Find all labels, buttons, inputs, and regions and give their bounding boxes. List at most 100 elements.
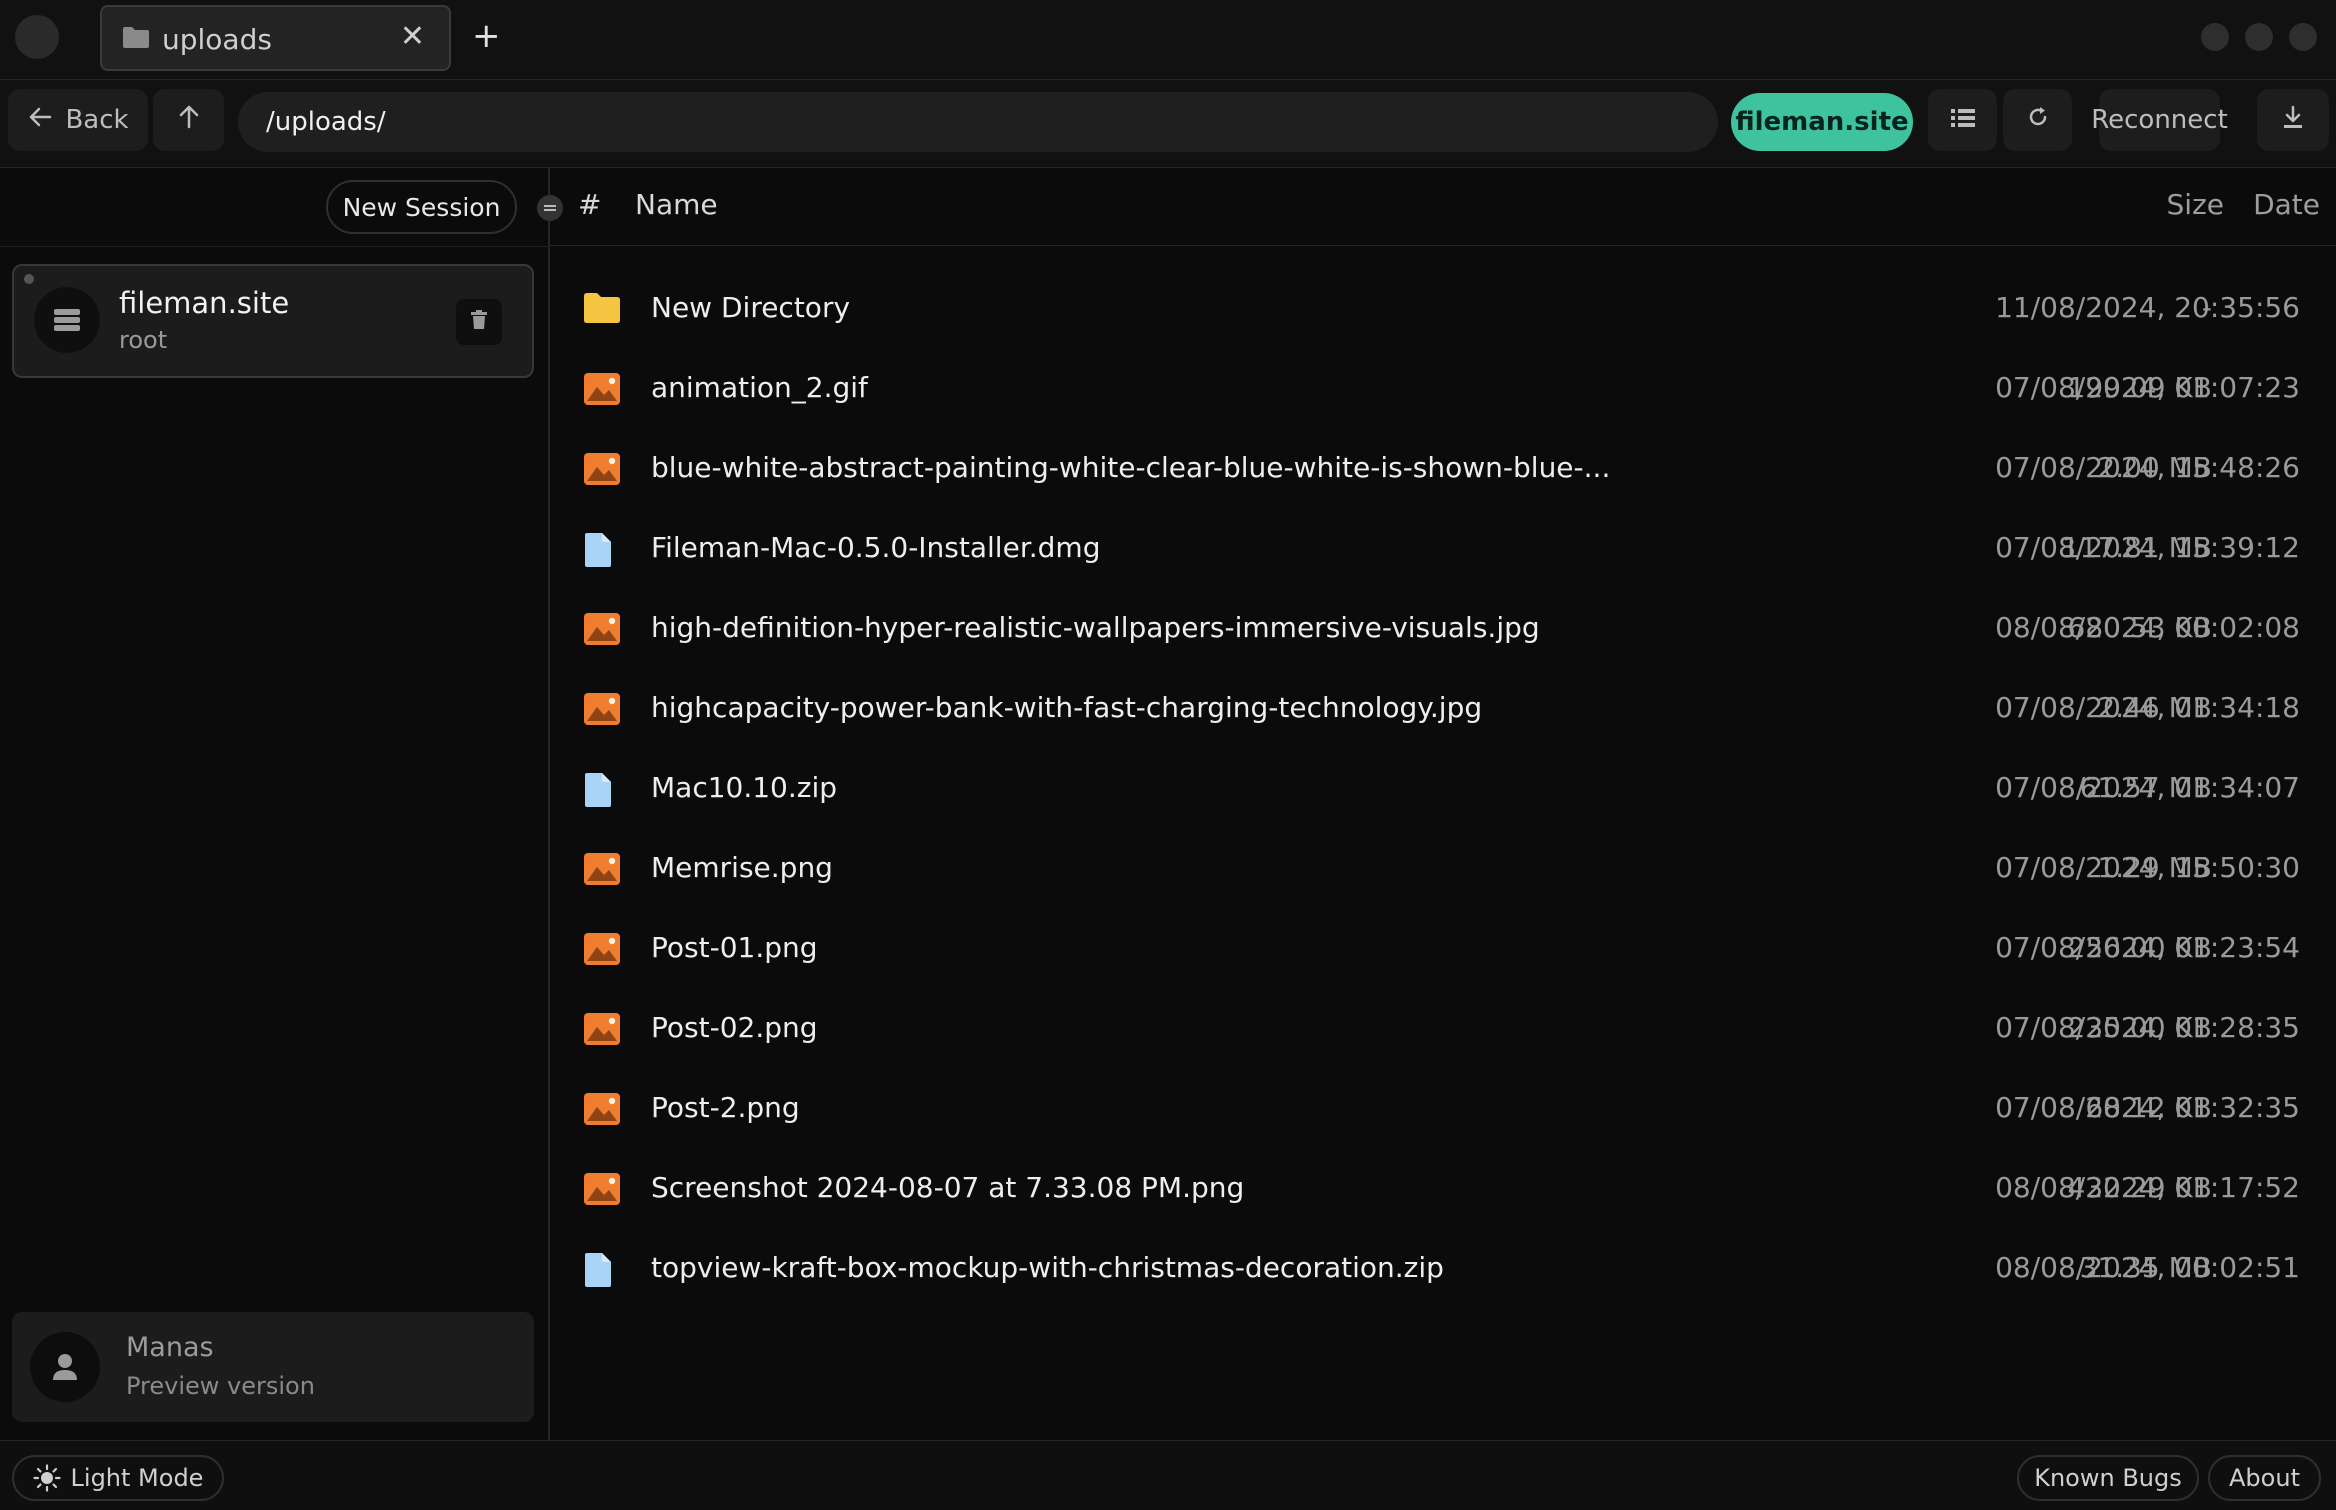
column-date-header[interactable]: Date xyxy=(2253,188,2320,221)
file-row[interactable]: New Directory -11/08/2024, 20:35:56 xyxy=(550,270,2336,350)
sidebar: New Session fileman.site root Manas Prev… xyxy=(0,168,550,1440)
image-file-icon xyxy=(583,932,621,968)
file-name: topview-kraft-box-mockup-with-christmas-… xyxy=(651,1251,1444,1284)
file-row[interactable]: high-definition-hyper-realistic-wallpape… xyxy=(550,590,2336,670)
image-file-icon xyxy=(583,1092,621,1128)
file-date: 07/08/2024, 01:28:35 xyxy=(1995,1011,2300,1044)
file-row[interactable]: animation_2.gif 199.09 KB 07/08/2024, 01:0… xyxy=(550,350,2336,430)
file-row[interactable]: highcapacity-power-bank-with-fast-chargi… xyxy=(550,670,2336,750)
session-name: fileman.site xyxy=(119,286,290,320)
close-tab-icon[interactable]: ✕ xyxy=(400,19,425,54)
file-date: 07/08/2024, 15:50:30 xyxy=(1995,851,2300,884)
image-file-icon xyxy=(583,452,621,488)
close-window-button[interactable] xyxy=(2289,23,2317,51)
trash-icon xyxy=(471,310,487,334)
image-file-icon xyxy=(583,372,621,408)
file-name: highcapacity-power-bank-with-fast-chargi… xyxy=(651,691,1483,724)
file-date: 07/08/2024, 01:07:23 xyxy=(1995,371,2300,404)
file-date: 07/08/2024, 01:34:07 xyxy=(1995,771,2300,804)
server-badge[interactable]: fileman.site xyxy=(1731,93,1913,151)
file-date: 07/08/2024, 15:48:26 xyxy=(1995,451,2300,484)
image-file-icon xyxy=(583,852,621,888)
known-bugs-button[interactable]: Known Bugs xyxy=(2017,1455,2199,1501)
user-profile-card[interactable]: Manas Preview version xyxy=(12,1312,534,1422)
file-row[interactable]: Memrise.png 1.29 MB 07/08/2024, 15:50:30 xyxy=(550,830,2336,910)
image-file-icon xyxy=(583,1172,621,1208)
tab-uploads[interactable]: uploads ✕ xyxy=(100,5,451,71)
file-date: 07/08/2024, 01:32:35 xyxy=(1995,1091,2300,1124)
download-button[interactable] xyxy=(2257,89,2329,151)
file-rows: New Directory -11/08/2024, 20:35:56 animat… xyxy=(550,270,2336,1310)
connection-status-dot xyxy=(24,274,34,284)
file-manager-window: uploads ✕ + Back /uploads/ fileman.site xyxy=(0,0,2336,1510)
file-row[interactable]: Post-01.png 256.00 KB 07/08/2024, 01:23:54 xyxy=(550,910,2336,990)
app-menu-button[interactable] xyxy=(15,15,59,59)
column-name-header[interactable]: Name xyxy=(635,188,718,221)
file-name: Post-02.png xyxy=(651,1011,818,1044)
session-item[interactable]: fileman.site root xyxy=(12,264,534,378)
light-mode-label: Light Mode xyxy=(70,1464,204,1492)
up-directory-button[interactable] xyxy=(153,89,224,151)
file-list-panel: # Name Size Date New Directory -11/08/202… xyxy=(537,168,2336,1440)
user-avatar-icon xyxy=(30,1332,100,1402)
file-name: Post-2.png xyxy=(651,1091,800,1124)
file-date: 08/08/2024, 00:02:08 xyxy=(1995,611,2300,644)
file-name: New Directory xyxy=(651,291,851,324)
file-name: Fileman-Mac-0.5.0-Installer.dmg xyxy=(651,531,1101,564)
refresh-button[interactable] xyxy=(2003,89,2072,151)
list-view-button[interactable] xyxy=(1928,89,1997,151)
new-tab-icon[interactable]: + xyxy=(472,16,501,56)
tab-title: uploads xyxy=(162,23,272,56)
file-row[interactable]: topview-kraft-box-mockup-with-christmas-… xyxy=(550,1230,2336,1310)
session-user: root xyxy=(119,326,168,354)
delete-session-button[interactable] xyxy=(456,299,502,345)
download-icon xyxy=(2282,105,2304,136)
sidebar-resize-handle[interactable] xyxy=(537,195,563,221)
file-row[interactable]: Post-2.png 68.12 KB 07/08/2024, 01:32:35 xyxy=(550,1070,2336,1150)
image-file-icon xyxy=(583,612,621,648)
path-input[interactable]: /uploads/ xyxy=(238,92,1718,152)
file-name: Post-01.png xyxy=(651,931,818,964)
about-button[interactable]: About xyxy=(2208,1455,2321,1501)
title-bar: uploads ✕ + xyxy=(0,0,2336,80)
column-index-header: # xyxy=(578,188,602,221)
back-button[interactable]: Back xyxy=(8,89,148,151)
toolbar: Back /uploads/ fileman.site Reconnect xyxy=(0,80,2336,168)
file-row[interactable]: blue-white-abstract-painting-white-clear… xyxy=(550,430,2336,510)
document-icon xyxy=(583,772,621,808)
file-list-header: # Name Size Date xyxy=(537,168,2336,246)
image-file-icon xyxy=(583,1012,621,1048)
sidebar-divider xyxy=(0,246,550,247)
arrow-up-icon xyxy=(178,104,200,137)
file-row[interactable]: Screenshot 2024-08-07 at 7.33.08 PM.png 4… xyxy=(550,1150,2336,1230)
light-mode-button[interactable]: Light Mode xyxy=(12,1455,224,1501)
file-name: Mac10.10.zip xyxy=(651,771,838,804)
maximize-button[interactable] xyxy=(2245,23,2273,51)
file-date: 11/08/2024, 20:35:56 xyxy=(1995,291,2300,324)
file-row[interactable]: Post-02.png 235.00 KB 07/08/2024, 01:28:35 xyxy=(550,990,2336,1070)
folder-icon xyxy=(122,25,150,53)
image-file-icon xyxy=(583,692,621,728)
file-date: 08/08/2024, 01:17:52 xyxy=(1995,1171,2300,1204)
file-row[interactable]: Fileman-Mac-0.5.0-Installer.dmg 117.81 MB… xyxy=(550,510,2336,590)
folder-icon xyxy=(583,292,621,328)
user-name: Manas xyxy=(126,1332,214,1363)
file-date: 08/08/2024, 00:02:51 xyxy=(1995,1251,2300,1284)
file-row[interactable]: Mac10.10.zip 61.57 MB 07/08/2024, 01:34:07 xyxy=(550,750,2336,830)
sun-icon xyxy=(32,1464,61,1492)
file-date: 07/08/2024, 01:23:54 xyxy=(1995,931,2300,964)
file-name: high-definition-hyper-realistic-wallpape… xyxy=(651,611,1540,644)
arrow-left-icon xyxy=(27,105,53,135)
column-size-header[interactable]: Size xyxy=(2167,188,2224,221)
document-icon xyxy=(583,532,621,568)
minimize-button[interactable] xyxy=(2201,23,2229,51)
back-label: Back xyxy=(65,105,129,135)
new-session-button[interactable]: New Session xyxy=(326,180,517,234)
status-footer: Light Mode Known Bugs About xyxy=(0,1440,2336,1510)
server-icon xyxy=(34,287,100,353)
file-date: 07/08/2024, 01:34:18 xyxy=(1995,691,2300,724)
document-icon xyxy=(583,1252,621,1288)
refresh-icon xyxy=(2026,105,2050,136)
reconnect-button[interactable]: Reconnect xyxy=(2091,89,2228,151)
file-date: 07/08/2024, 15:39:12 xyxy=(1995,531,2300,564)
